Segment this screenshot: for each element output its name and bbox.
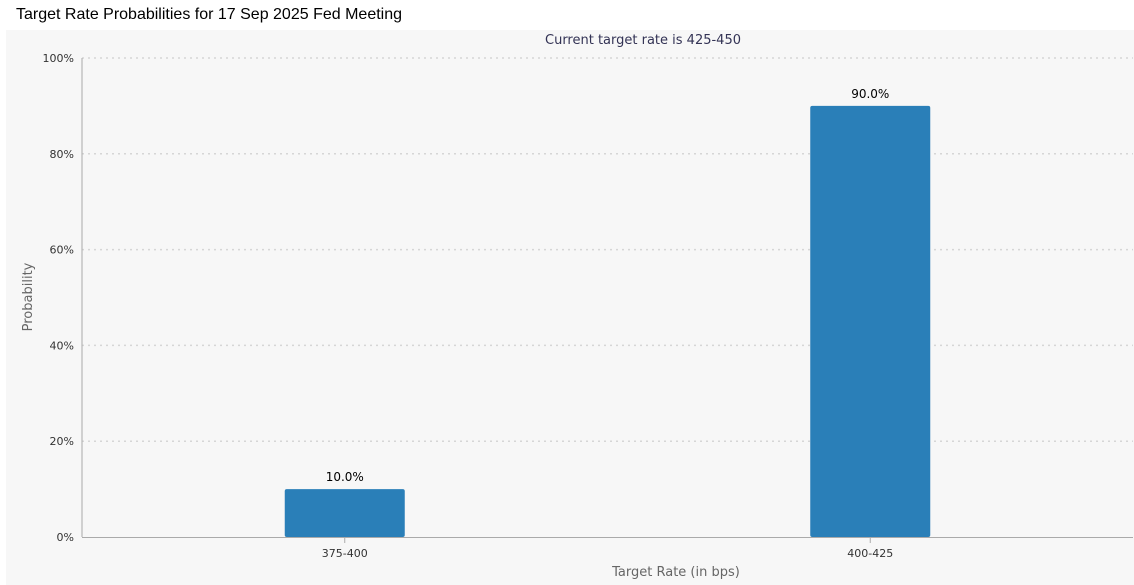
- chart-panel: 0% 20% 40% 60% 80% 100% 375-400 400-425 10.0% 90…: [6, 30, 1134, 585]
- x-tick-label: 400-425: [847, 547, 893, 560]
- y-tick-label: 80%: [50, 148, 74, 161]
- chart-subtitle: Current target rate is 425-450: [545, 33, 741, 48]
- bar: [810, 105, 931, 538]
- bars-layer: [284, 105, 931, 538]
- bar-chart: 0% 20% 40% 60% 80% 100% 375-400 400-425 10.0% 90…: [21, 33, 1133, 580]
- y-axis-title: Probability: [21, 262, 36, 331]
- labels-layer: 10.0% 90.0%: [326, 87, 890, 484]
- y-tick-label: 40%: [50, 339, 74, 352]
- page-title: Target Rate Probabilities for 17 Sep 202…: [16, 6, 403, 23]
- data-label: 10.0%: [326, 470, 364, 484]
- x-axis-title: Target Rate (in bps): [611, 565, 740, 580]
- x-tick-label: 375-400: [322, 547, 368, 560]
- y-tick-label: 20%: [50, 435, 74, 448]
- bar: [284, 489, 405, 537]
- axis-layer: 0% 20% 40% 60% 80% 100% 375-400 400-425: [43, 52, 1133, 560]
- y-tick-label: 100%: [43, 52, 74, 65]
- grid-layer: [82, 57, 1133, 442]
- data-label: 90.0%: [851, 87, 889, 101]
- y-tick-label: 60%: [50, 244, 74, 257]
- y-tick-label: 0%: [57, 531, 74, 544]
